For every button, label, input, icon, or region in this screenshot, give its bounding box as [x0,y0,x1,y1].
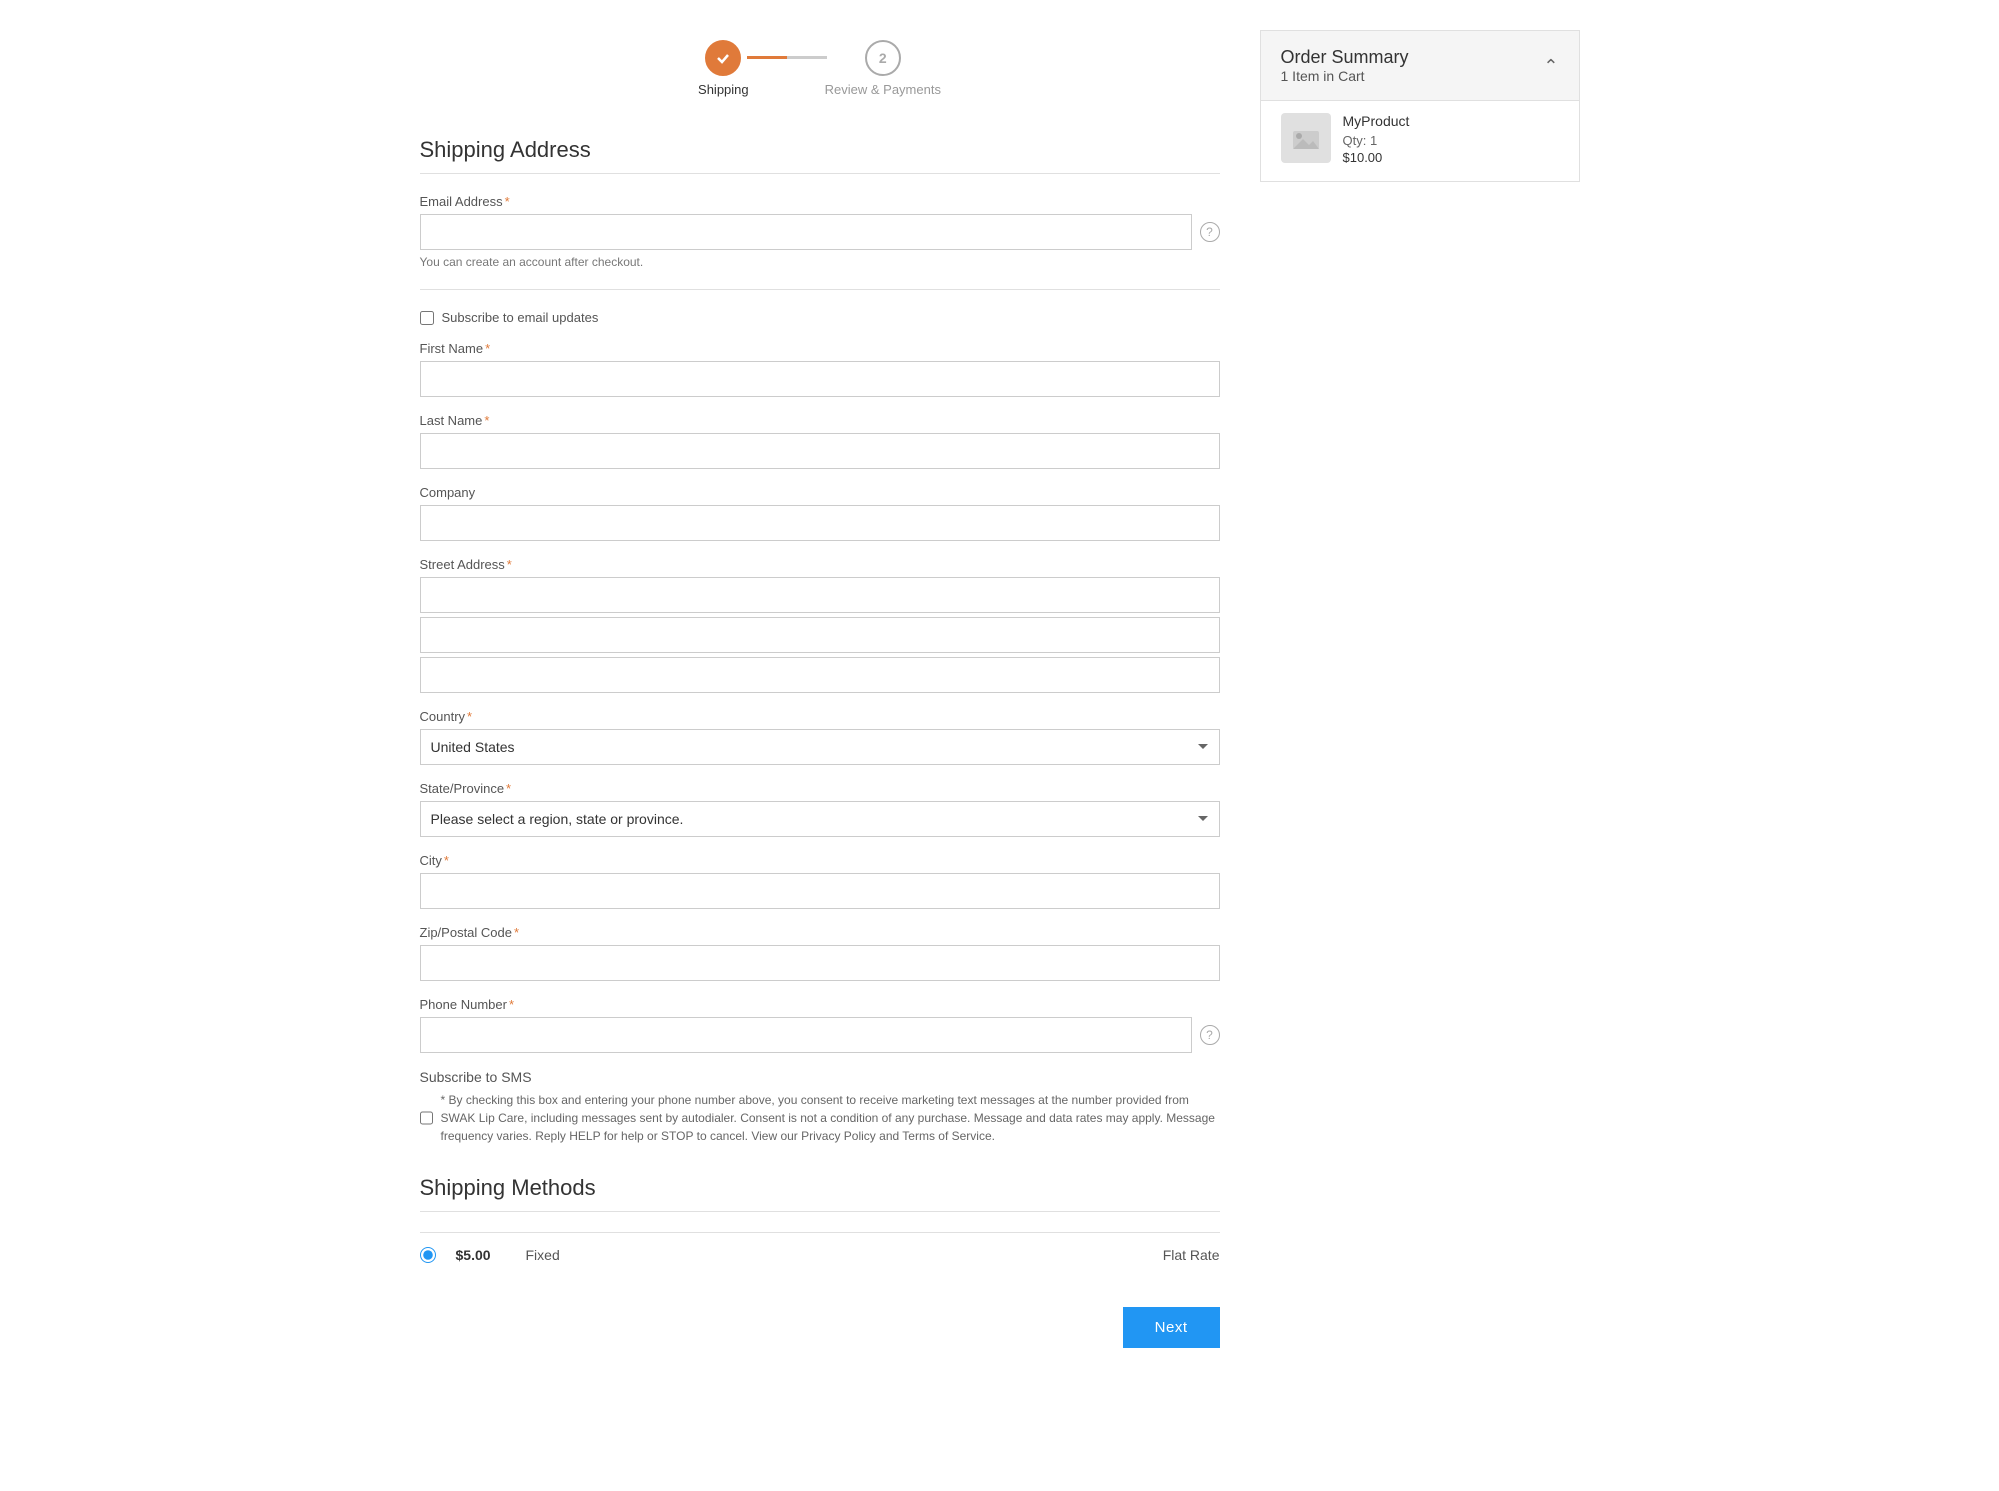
step-connector [747,56,827,59]
order-summary-left: Order Summary 1 Item in Cart [1281,47,1409,84]
first-name-input[interactable] [420,361,1220,397]
city-label: City* [420,853,1220,868]
zip-group: Zip/Postal Code* [420,925,1220,981]
last-name-group: Last Name* [420,413,1220,469]
subscribe-email-label: Subscribe to email updates [442,310,599,325]
street-address-inputs [420,577,1220,693]
product-item: MyProduct Qty: 1 $10.00 [1281,113,1559,165]
street-address-line3[interactable] [420,657,1220,693]
sms-title: Subscribe to SMS [420,1069,1220,1085]
email-help-icon[interactable]: ? [1200,222,1220,242]
product-name: MyProduct [1343,113,1410,129]
email-hint: You can create an account after checkout… [420,255,1220,269]
zip-label: Zip/Postal Code* [420,925,1220,940]
shipping-carrier: Flat Rate [1163,1247,1220,1263]
step-shipping-circle [705,40,741,76]
step-shipping: Shipping [698,40,749,97]
product-thumbnail [1281,113,1331,163]
street-address-line2[interactable] [420,617,1220,653]
shipping-method-name: Fixed [526,1247,1143,1263]
order-summary-title: Order Summary [1281,47,1409,68]
sms-checkbox[interactable] [420,1111,433,1125]
step-shipping-label: Shipping [698,82,749,97]
email-row: ? [420,214,1220,250]
next-button[interactable]: Next [1123,1307,1220,1348]
shipping-methods-title: Shipping Methods [420,1175,1220,1201]
main-content: Shipping 2 Review & Payments Shipping Ad… [420,30,1220,1348]
order-summary-count: 1 Item in Cart [1281,68,1409,84]
email-required: * [505,194,510,209]
sidebar: Order Summary 1 Item in Cart ⌃ MyP [1260,30,1580,182]
product-price: $10.00 [1343,150,1410,165]
state-group: State/Province* Please select a region, … [420,781,1220,837]
shipping-address-section: Shipping Address Email Address* ? You ca… [420,137,1220,1145]
state-label: State/Province* [420,781,1220,796]
phone-label: Phone Number* [420,997,1220,1012]
subscribe-email-checkbox[interactable] [420,311,434,325]
city-input[interactable] [420,873,1220,909]
step-review-circle: 2 [865,40,901,76]
email-input[interactable] [420,214,1192,250]
shipping-price: $5.00 [456,1247,506,1263]
email-label: Email Address* [420,194,1220,209]
subscribe-email-row: Subscribe to email updates [420,310,1220,325]
product-qty: Qty: 1 [1343,133,1410,148]
sms-section: Subscribe to SMS * By checking this box … [420,1069,1220,1145]
shipping-method-radio[interactable] [420,1247,436,1263]
product-info: MyProduct Qty: 1 $10.00 [1343,113,1410,165]
product-image-placeholder [1291,123,1321,153]
collapse-icon: ⌃ [1543,57,1558,75]
street-address-label: Street Address* [420,557,1220,572]
city-group: City* [420,853,1220,909]
order-summary-body: MyProduct Qty: 1 $10.00 [1261,100,1579,181]
order-summary: Order Summary 1 Item in Cart ⌃ MyP [1260,30,1580,182]
shipping-methods-section: Shipping Methods $5.00 Fixed Flat Rate [420,1175,1220,1277]
order-summary-header[interactable]: Order Summary 1 Item in Cart ⌃ [1261,31,1579,100]
section-divider [420,173,1220,174]
zip-input[interactable] [420,945,1220,981]
shipping-method-row: $5.00 Fixed Flat Rate [420,1232,1220,1277]
country-group: Country* United States Canada United Kin… [420,709,1220,765]
button-row: Next [420,1307,1220,1348]
last-name-input[interactable] [420,433,1220,469]
phone-input[interactable] [420,1017,1192,1053]
state-select[interactable]: Please select a region, state or provinc… [420,801,1220,837]
first-name-label: First Name* [420,341,1220,356]
shipping-methods-divider [420,1211,1220,1212]
shipping-address-title: Shipping Address [420,137,1220,163]
step-review: 2 Review & Payments [825,40,941,97]
phone-group: Phone Number* ? [420,997,1220,1053]
country-label: Country* [420,709,1220,724]
country-select[interactable]: United States Canada United Kingdom Aust… [420,729,1220,765]
last-name-label: Last Name* [420,413,1220,428]
first-name-group: First Name* [420,341,1220,397]
company-input[interactable] [420,505,1220,541]
step-review-label: Review & Payments [825,82,941,97]
form-divider-1 [420,289,1220,290]
company-label: Company [420,485,1220,500]
phone-row: ? [420,1017,1220,1053]
progress-steps: Shipping 2 Review & Payments [420,30,1220,97]
company-group: Company [420,485,1220,541]
sms-disclaimer: * By checking this box and entering your… [441,1091,1220,1145]
sms-checkbox-row: * By checking this box and entering your… [420,1091,1220,1145]
street-address-line1[interactable] [420,577,1220,613]
street-address-group: Street Address* [420,557,1220,693]
email-group: Email Address* ? You can create an accou… [420,194,1220,269]
phone-help-icon[interactable]: ? [1200,1025,1220,1045]
checkmark-icon [715,50,731,66]
